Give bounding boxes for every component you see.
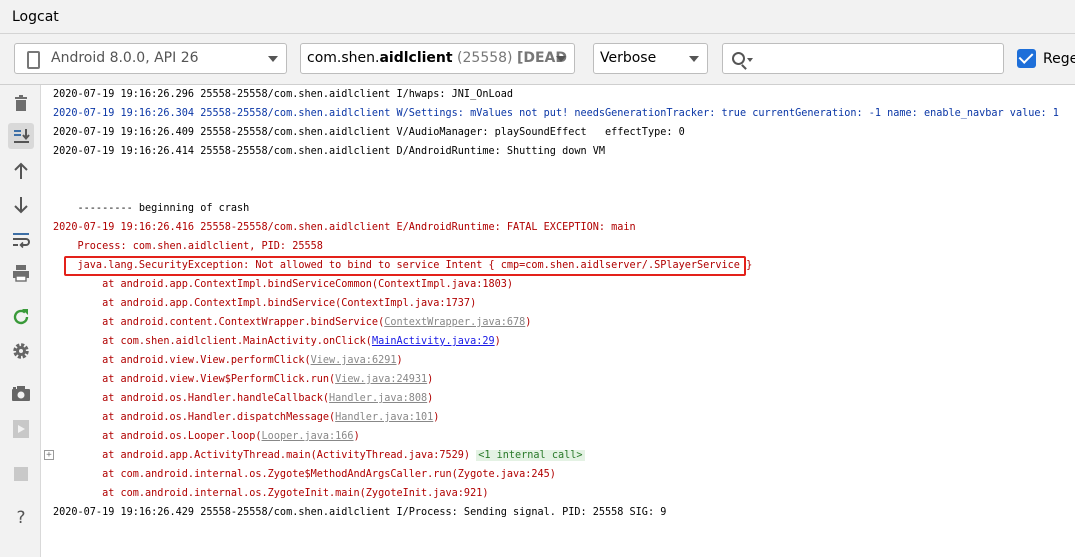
log-line: 2020-07-19 19:16:26.304 25558-25558/com.… — [53, 108, 1059, 119]
up-arrow-icon[interactable] — [8, 158, 34, 184]
stack-frame-line: at com.android.internal.os.Zygote$Method… — [53, 469, 556, 480]
trash-icon[interactable] — [8, 91, 34, 117]
source-link[interactable]: Looper.java:166 — [262, 431, 354, 442]
window-title: Logcat — [12, 9, 59, 25]
log-line: Process: com.shen.aidlclient, PID: 25558 — [53, 241, 323, 252]
source-link[interactable]: Handler.java:808 — [329, 393, 427, 404]
stack-frame-line: at android.os.Handler.dispatchMessage(Ha… — [53, 412, 439, 423]
logcat-title-bar: Logcat — [0, 0, 1075, 34]
stack-frame-text: at android.view.View.performClick( — [53, 355, 311, 366]
log-line: --------- beginning of crash — [53, 203, 250, 214]
stack-frame-line: at android.os.Handler.handleCallback(Han… — [53, 393, 433, 404]
logcat-side-toolbar: ? — [0, 85, 41, 557]
stack-frame-text: at android.content.ContextWrapper.bindSe… — [53, 317, 385, 328]
stack-frame-text: at android.os.Handler.dispatchMessage( — [53, 412, 336, 423]
stack-frame-text: at android.os.Handler.handleCallback( — [53, 393, 330, 404]
source-link[interactable]: View.java:6291 — [311, 355, 397, 366]
stack-frame-text: at com.shen.aidlclient.MainActivity.onCl… — [53, 336, 372, 347]
stack-frame-line: at com.shen.aidlclient.MainActivity.onCl… — [53, 336, 501, 347]
stack-frame-line: at android.view.View$PerformClick.run(Vi… — [53, 374, 433, 385]
stack-frame-text: at android.os.Looper.loop( — [53, 431, 262, 442]
stack-frame-text: ) — [427, 374, 434, 385]
log-output[interactable]: 2020-07-19 19:16:26.296 25558-25558/com.… — [41, 85, 1075, 557]
screen-record-icon[interactable] — [8, 416, 34, 442]
log-line: 2020-07-19 19:16:26.296 25558-25558/com.… — [53, 89, 514, 100]
stack-frame-line: at android.app.ActivityThread.main(Activ… — [53, 450, 585, 461]
regex-checkbox[interactable] — [1017, 49, 1036, 68]
logcat-toolbar: Android 8.0.0, API 26 com.shen.aidlclien… — [0, 34, 1075, 85]
log-line: 2020-07-19 19:16:26.414 25558-25558/com.… — [53, 146, 606, 157]
stack-frame-text: at android.app.ActivityThread.main(Activ… — [53, 450, 477, 461]
regex-label: Rege — [1043, 51, 1075, 67]
stack-frame-text: ) — [525, 317, 532, 328]
process-name: aidlclient — [379, 50, 453, 66]
search-icon[interactable] — [732, 52, 745, 65]
search-input[interactable] — [722, 43, 1004, 74]
internal-call-fold[interactable]: <1 internal call> — [476, 450, 585, 461]
stack-frame-line: at android.view.View.performClick(View.j… — [53, 355, 403, 366]
phone-icon — [27, 51, 40, 69]
svg-text:?: ? — [16, 508, 25, 528]
chevron-down-icon — [556, 56, 566, 62]
soft-wrap-icon[interactable] — [8, 226, 34, 252]
log-line: 2020-07-19 19:16:26.416 25558-25558/com.… — [53, 222, 636, 233]
stack-frame-text: ) — [427, 393, 434, 404]
stack-frame-text: at android.view.View$PerformClick.run( — [53, 374, 336, 385]
log-level-selector[interactable]: Verbose — [593, 43, 708, 74]
help-icon[interactable]: ? — [8, 503, 34, 529]
restart-icon[interactable] — [8, 304, 34, 330]
process-pid: (25558) — [457, 50, 513, 66]
expand-fold-icon[interactable]: + — [44, 450, 54, 460]
settings-icon[interactable] — [8, 338, 34, 364]
stack-frame-text: ) — [396, 355, 403, 366]
exception-highlight-box — [64, 256, 746, 276]
stack-frame-line: at com.android.internal.os.ZygoteInit.ma… — [53, 488, 489, 499]
source-link[interactable]: View.java:24931 — [335, 374, 427, 385]
process-package: com.shen. — [307, 50, 380, 66]
device-selector-value: Android 8.0.0, API 26 — [51, 50, 199, 66]
stack-frame-text: ) — [494, 336, 501, 347]
search-history-dropdown-icon[interactable] — [747, 58, 753, 62]
source-link[interactable]: MainActivity.java:29 — [372, 336, 495, 347]
stack-frame-text: ) — [353, 431, 360, 442]
log-line: 2020-07-19 19:16:26.429 25558-25558/com.… — [53, 507, 667, 518]
stop-icon[interactable] — [8, 461, 34, 487]
stack-frame-line: at android.app.ContextImpl.bindServiceCo… — [53, 279, 514, 290]
stack-frame-text: ) — [433, 412, 440, 423]
down-arrow-icon[interactable] — [8, 192, 34, 218]
process-selector[interactable]: com.shen.aidlclient (25558) [DEAD — [300, 43, 575, 74]
print-icon[interactable] — [8, 260, 34, 286]
process-selector-value: com.shen.aidlclient (25558) [DEAD — [307, 50, 567, 66]
chevron-down-icon — [268, 56, 278, 62]
log-level-value: Verbose — [600, 50, 657, 66]
log-line: 2020-07-19 19:16:26.409 25558-25558/com.… — [53, 127, 685, 138]
source-link[interactable]: Handler.java:101 — [335, 412, 433, 423]
scroll-to-end-icon[interactable] — [8, 123, 34, 149]
screenshot-icon[interactable] — [8, 381, 34, 407]
device-selector[interactable]: Android 8.0.0, API 26 — [14, 43, 287, 74]
stack-frame-line: at android.os.Looper.loop(Looper.java:16… — [53, 431, 360, 442]
stack-frame-line: at android.content.ContextWrapper.bindSe… — [53, 317, 531, 328]
stack-frame-line: at android.app.ContextImpl.bindService(C… — [53, 298, 477, 309]
chevron-down-icon — [689, 56, 699, 62]
source-link[interactable]: ContextWrapper.java:678 — [384, 317, 525, 328]
